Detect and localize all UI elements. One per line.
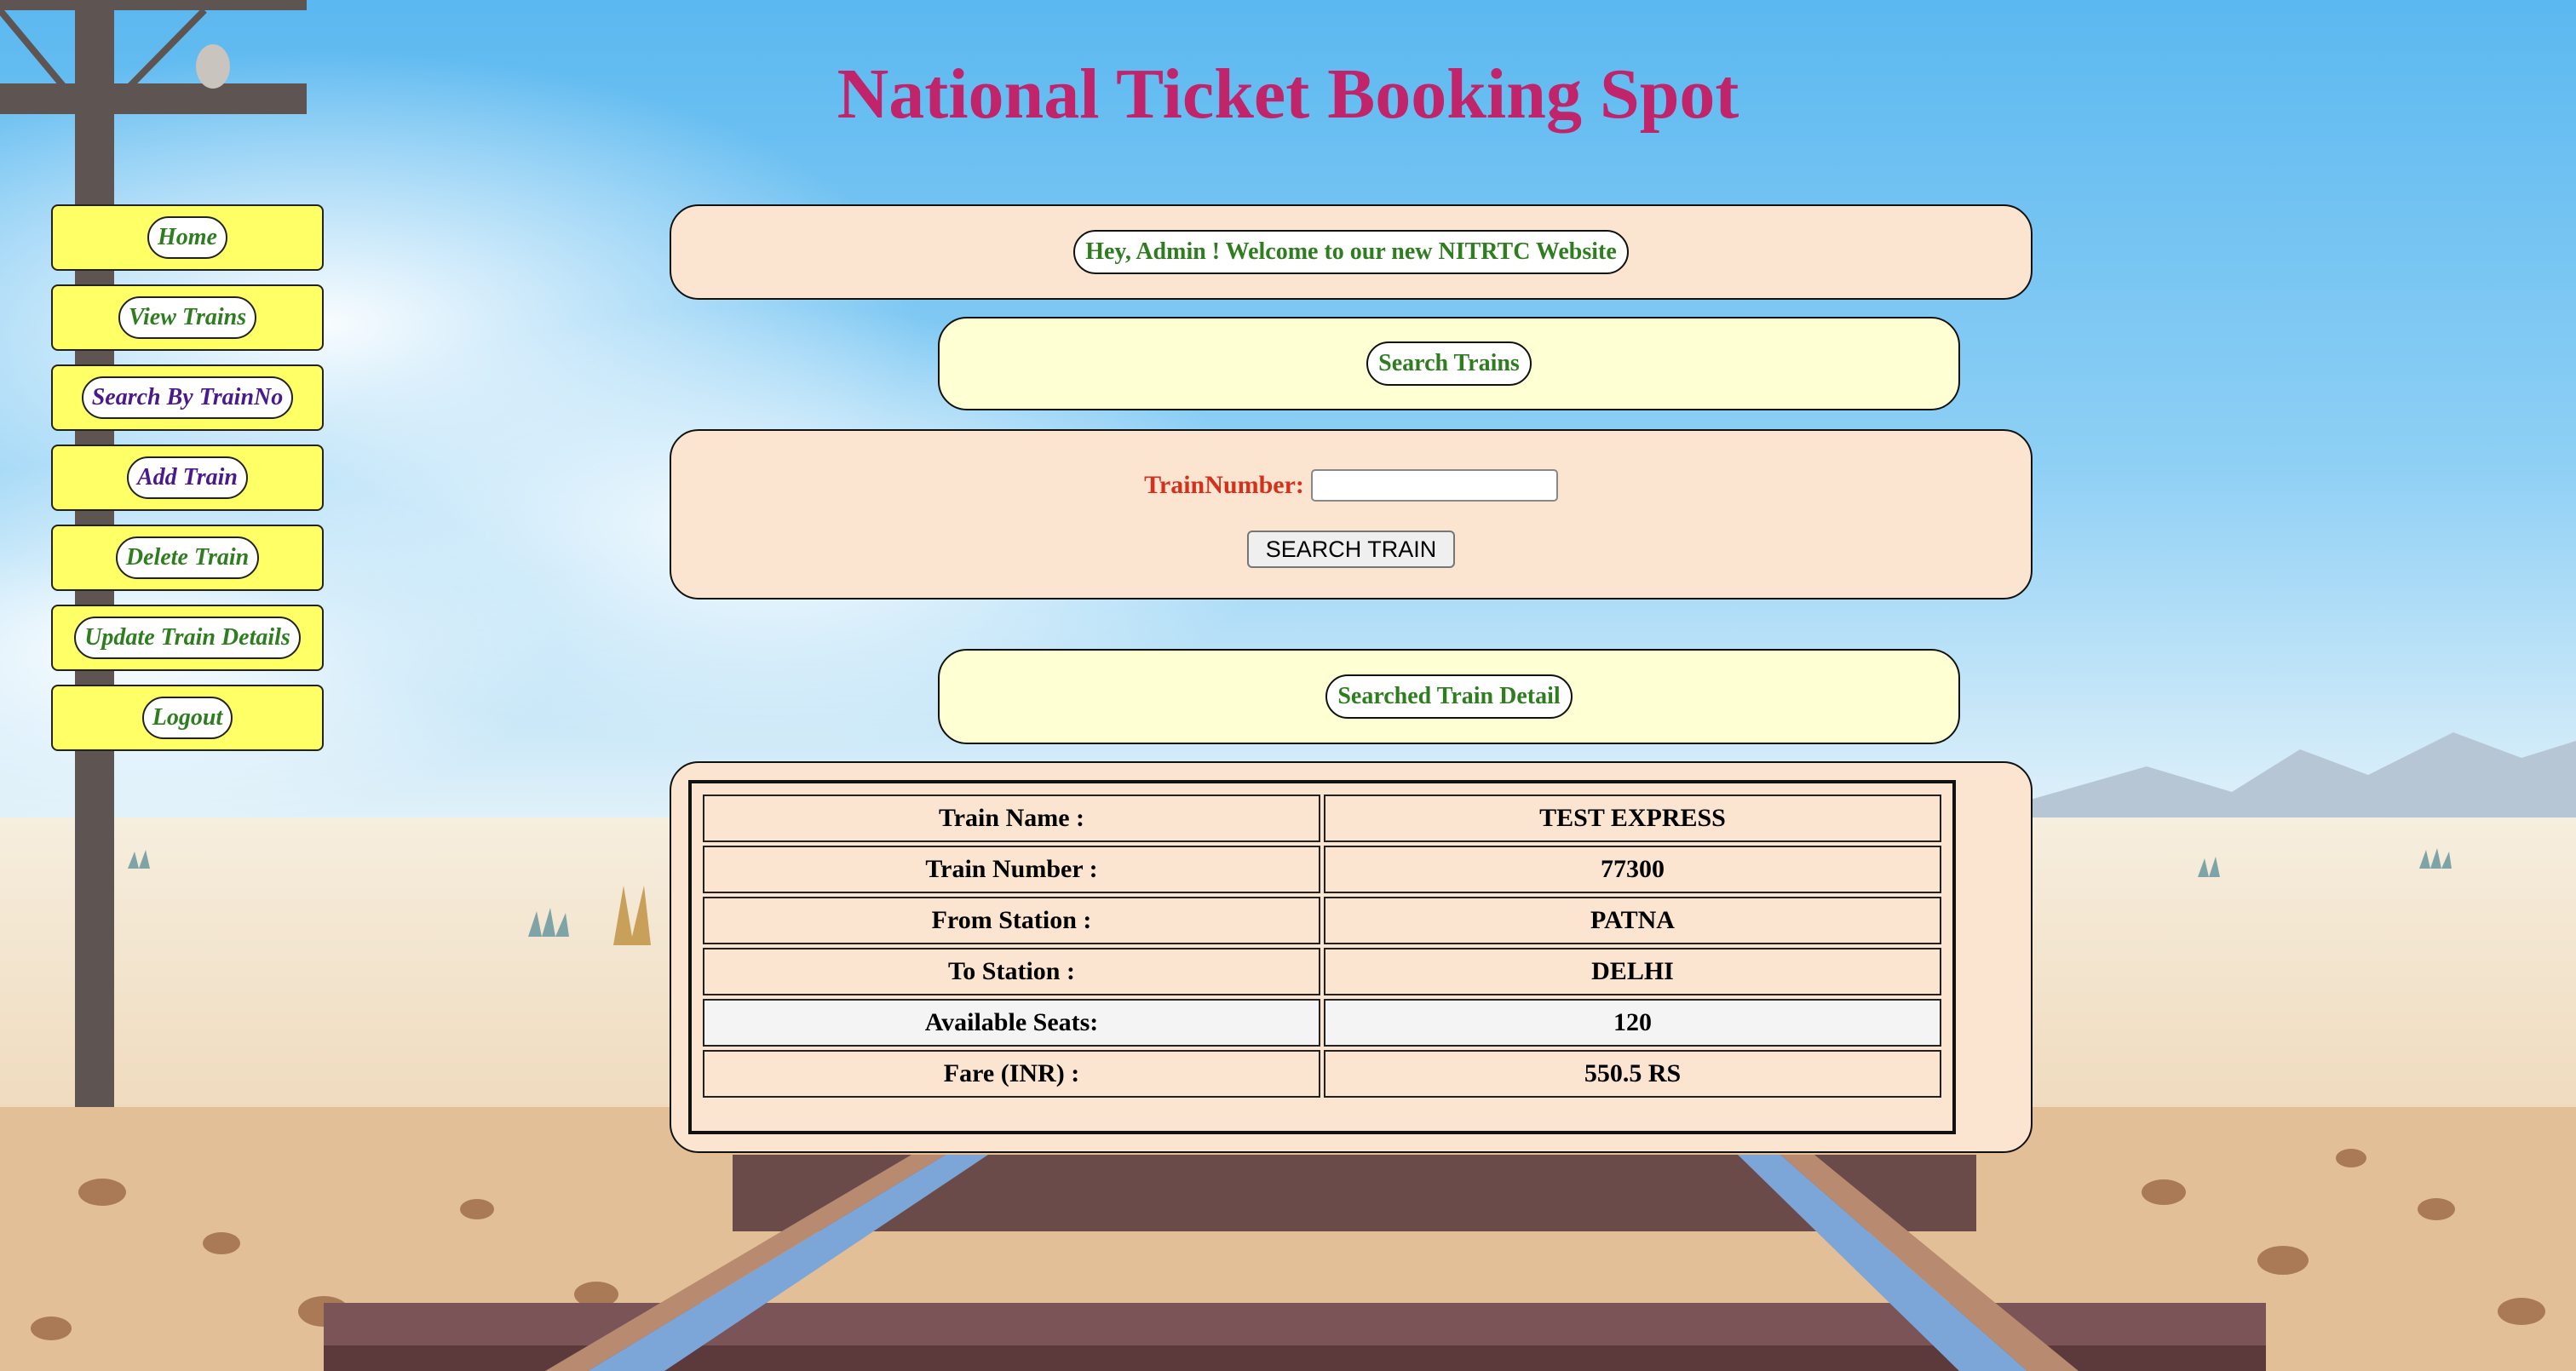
search-heading-panel: Search Trains: [938, 317, 1960, 410]
page-title: National Ticket Booking Spot: [837, 54, 1739, 134]
table-row: Fare (INR) : 550.5 RS: [703, 1050, 1941, 1098]
welcome-panel: Hey, Admin ! Welcome to our new NITRTC W…: [670, 204, 2033, 300]
table-row: To Station : DELHI: [703, 948, 1941, 995]
sidebar-item-delete-train[interactable]: Delete Train: [51, 525, 324, 591]
searched-train-detail-heading: Searched Train Detail: [1325, 674, 1573, 719]
welcome-message: Hey, Admin ! Welcome to our new NITRTC W…: [1073, 230, 1629, 274]
train-detail-panel: Train Name : TEST EXPRESS Train Number :…: [670, 761, 2033, 1153]
table-row: Train Name : TEST EXPRESS: [703, 794, 1941, 842]
search-train-button[interactable]: SEARCH TRAIN: [1247, 531, 1455, 568]
search-form-panel: TrainNumber: SEARCH TRAIN: [670, 429, 2033, 599]
row-value: 120: [1324, 999, 1941, 1047]
sidebar-link-add-train[interactable]: Add Train: [127, 456, 248, 499]
row-label: Fare (INR) :: [703, 1050, 1320, 1098]
row-value: DELHI: [1324, 948, 1941, 995]
train-detail-table-frame: Train Name : TEST EXPRESS Train Number :…: [688, 780, 1956, 1134]
row-label: To Station :: [703, 948, 1320, 995]
sidebar-link-delete-train[interactable]: Delete Train: [115, 536, 260, 579]
sidebar-item-search-by-trainno[interactable]: Search By TrainNo: [51, 364, 324, 431]
sidebar-link-view-trains[interactable]: View Trains: [118, 296, 257, 339]
train-detail-table: Train Name : TEST EXPRESS Train Number :…: [699, 791, 1945, 1101]
sidebar-link-update-train-details[interactable]: Update Train Details: [74, 617, 301, 659]
sidebar-link-search-by-trainno[interactable]: Search By TrainNo: [81, 376, 294, 419]
sidebar-item-view-trains[interactable]: View Trains: [51, 284, 324, 351]
sidebar-nav: Home View Trains Search By TrainNo Add T…: [51, 204, 324, 765]
search-trains-heading: Search Trains: [1366, 341, 1532, 386]
sidebar-link-home[interactable]: Home: [147, 216, 227, 259]
row-value: TEST EXPRESS: [1324, 794, 1941, 842]
row-label: Train Number :: [703, 846, 1320, 893]
row-value: 550.5 RS: [1324, 1050, 1941, 1098]
train-number-row: TrainNumber:: [1144, 469, 1558, 502]
row-value: 77300: [1324, 846, 1941, 893]
table-row: Train Number : 77300: [703, 846, 1941, 893]
sidebar-item-add-train[interactable]: Add Train: [51, 445, 324, 511]
table-row: Available Seats: 120: [703, 999, 1941, 1047]
sidebar-item-logout[interactable]: Logout: [51, 685, 324, 751]
sidebar-item-update-train-details[interactable]: Update Train Details: [51, 605, 324, 671]
table-row: From Station : PATNA: [703, 897, 1941, 944]
row-label: Available Seats:: [703, 999, 1320, 1047]
train-number-input[interactable]: [1310, 469, 1558, 502]
row-label: Train Name :: [703, 794, 1320, 842]
detail-heading-panel: Searched Train Detail: [938, 649, 1960, 744]
row-label: From Station :: [703, 897, 1320, 944]
train-number-label: TrainNumber:: [1144, 471, 1304, 499]
row-value: PATNA: [1324, 897, 1941, 944]
sidebar-item-home[interactable]: Home: [51, 204, 324, 271]
sidebar-link-logout[interactable]: Logout: [141, 697, 233, 739]
